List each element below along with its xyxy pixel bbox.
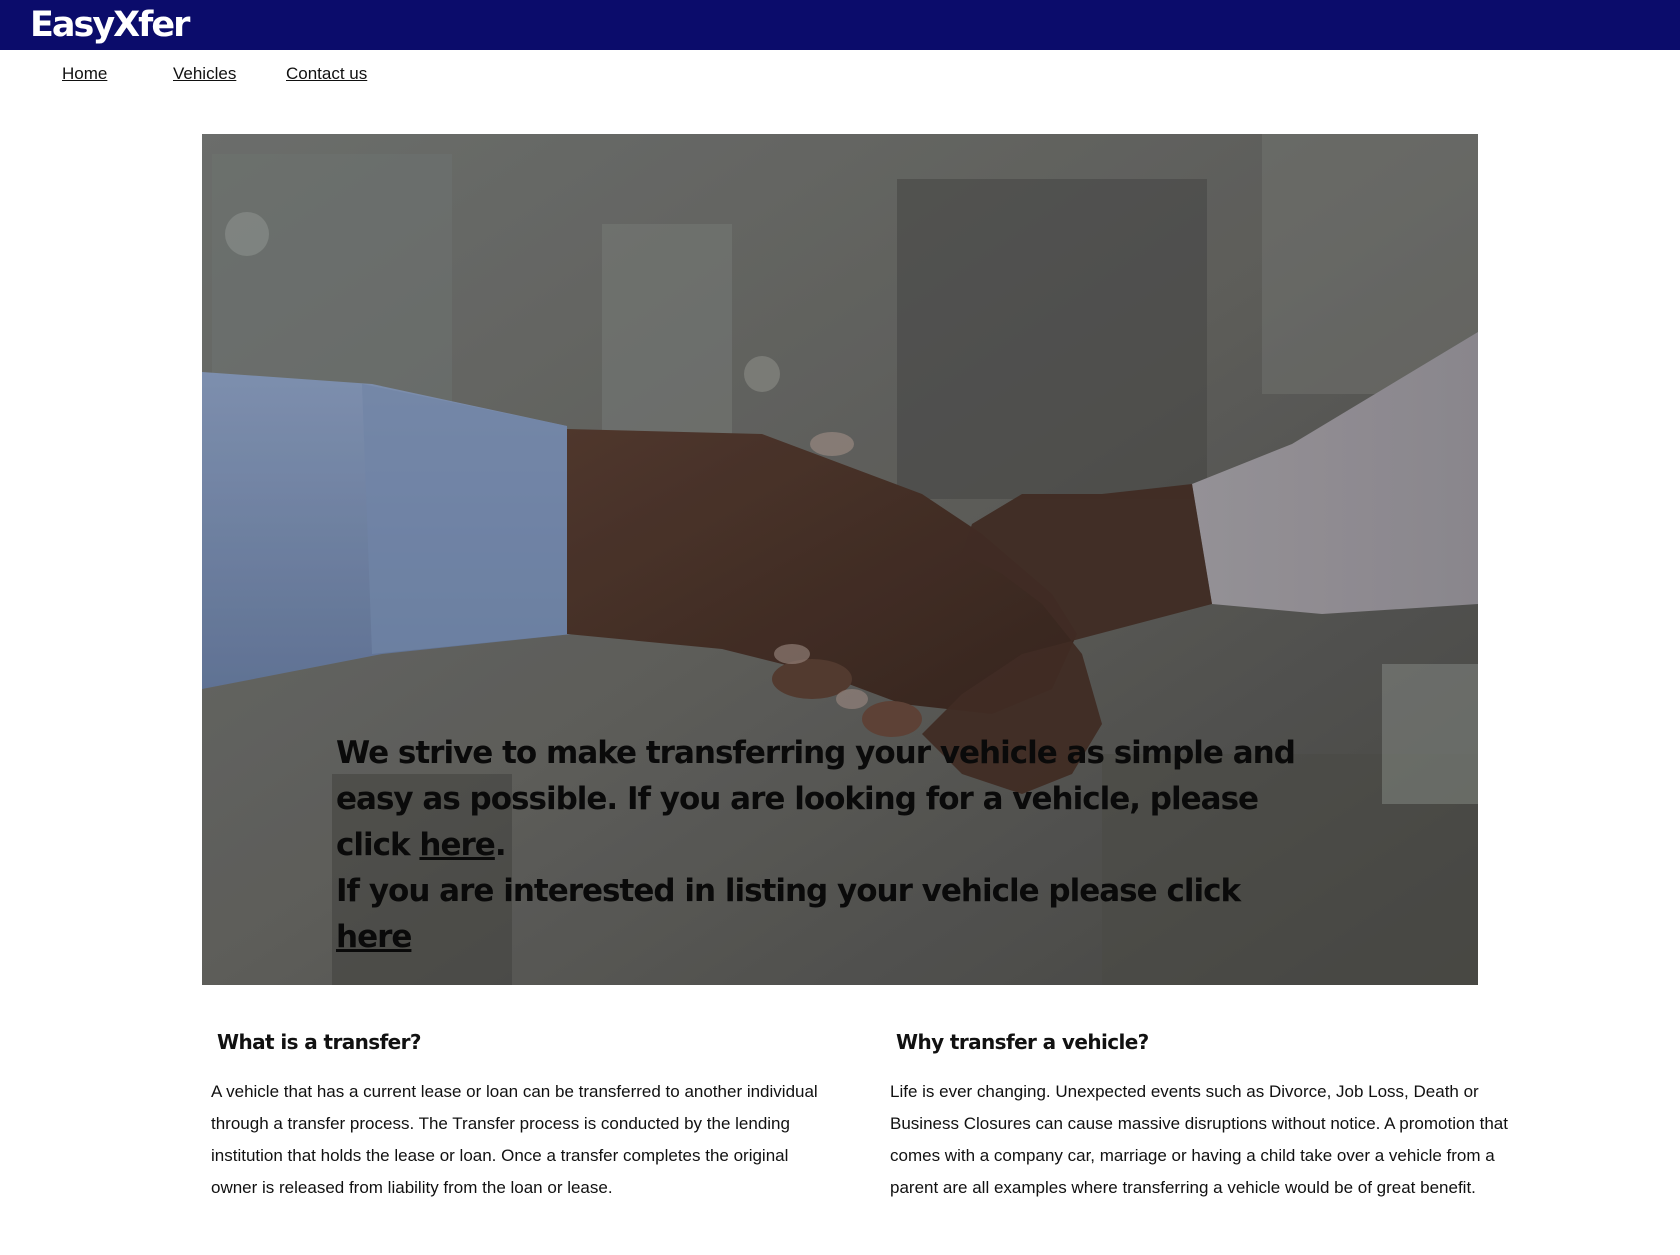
what-is-transfer-section: What is a transfer? A vehicle that has a… xyxy=(211,1024,831,1204)
section-heading: Why transfer a vehicle? xyxy=(896,1030,1149,1054)
hero-banner: We strive to make transferring your vehi… xyxy=(202,134,1478,985)
why-transfer-section: Why transfer a vehicle? Life is ever cha… xyxy=(890,1024,1510,1204)
nav-link-contact-us[interactable]: Contact us xyxy=(286,64,367,84)
top-header-bar: EasyXfer xyxy=(0,0,1680,50)
site-logo[interactable]: EasyXfer xyxy=(30,2,190,48)
hero-line-2: If you are interested in listing your ve… xyxy=(336,873,1241,909)
section-heading: What is a transfer? xyxy=(217,1030,422,1054)
browse-vehicles-link[interactable]: here xyxy=(419,827,495,863)
list-vehicle-link[interactable]: here xyxy=(336,919,412,955)
section-body: Life is ever changing. Unexpected events… xyxy=(890,1082,1508,1197)
nav-link-vehicles[interactable]: Vehicles xyxy=(173,64,236,84)
hero-line-1-end: . xyxy=(494,827,507,863)
hero-message: We strive to make transferring your vehi… xyxy=(336,730,1296,960)
section-body: A vehicle that has a current lease or lo… xyxy=(211,1082,818,1197)
nav-link-home[interactable]: Home xyxy=(62,64,107,84)
